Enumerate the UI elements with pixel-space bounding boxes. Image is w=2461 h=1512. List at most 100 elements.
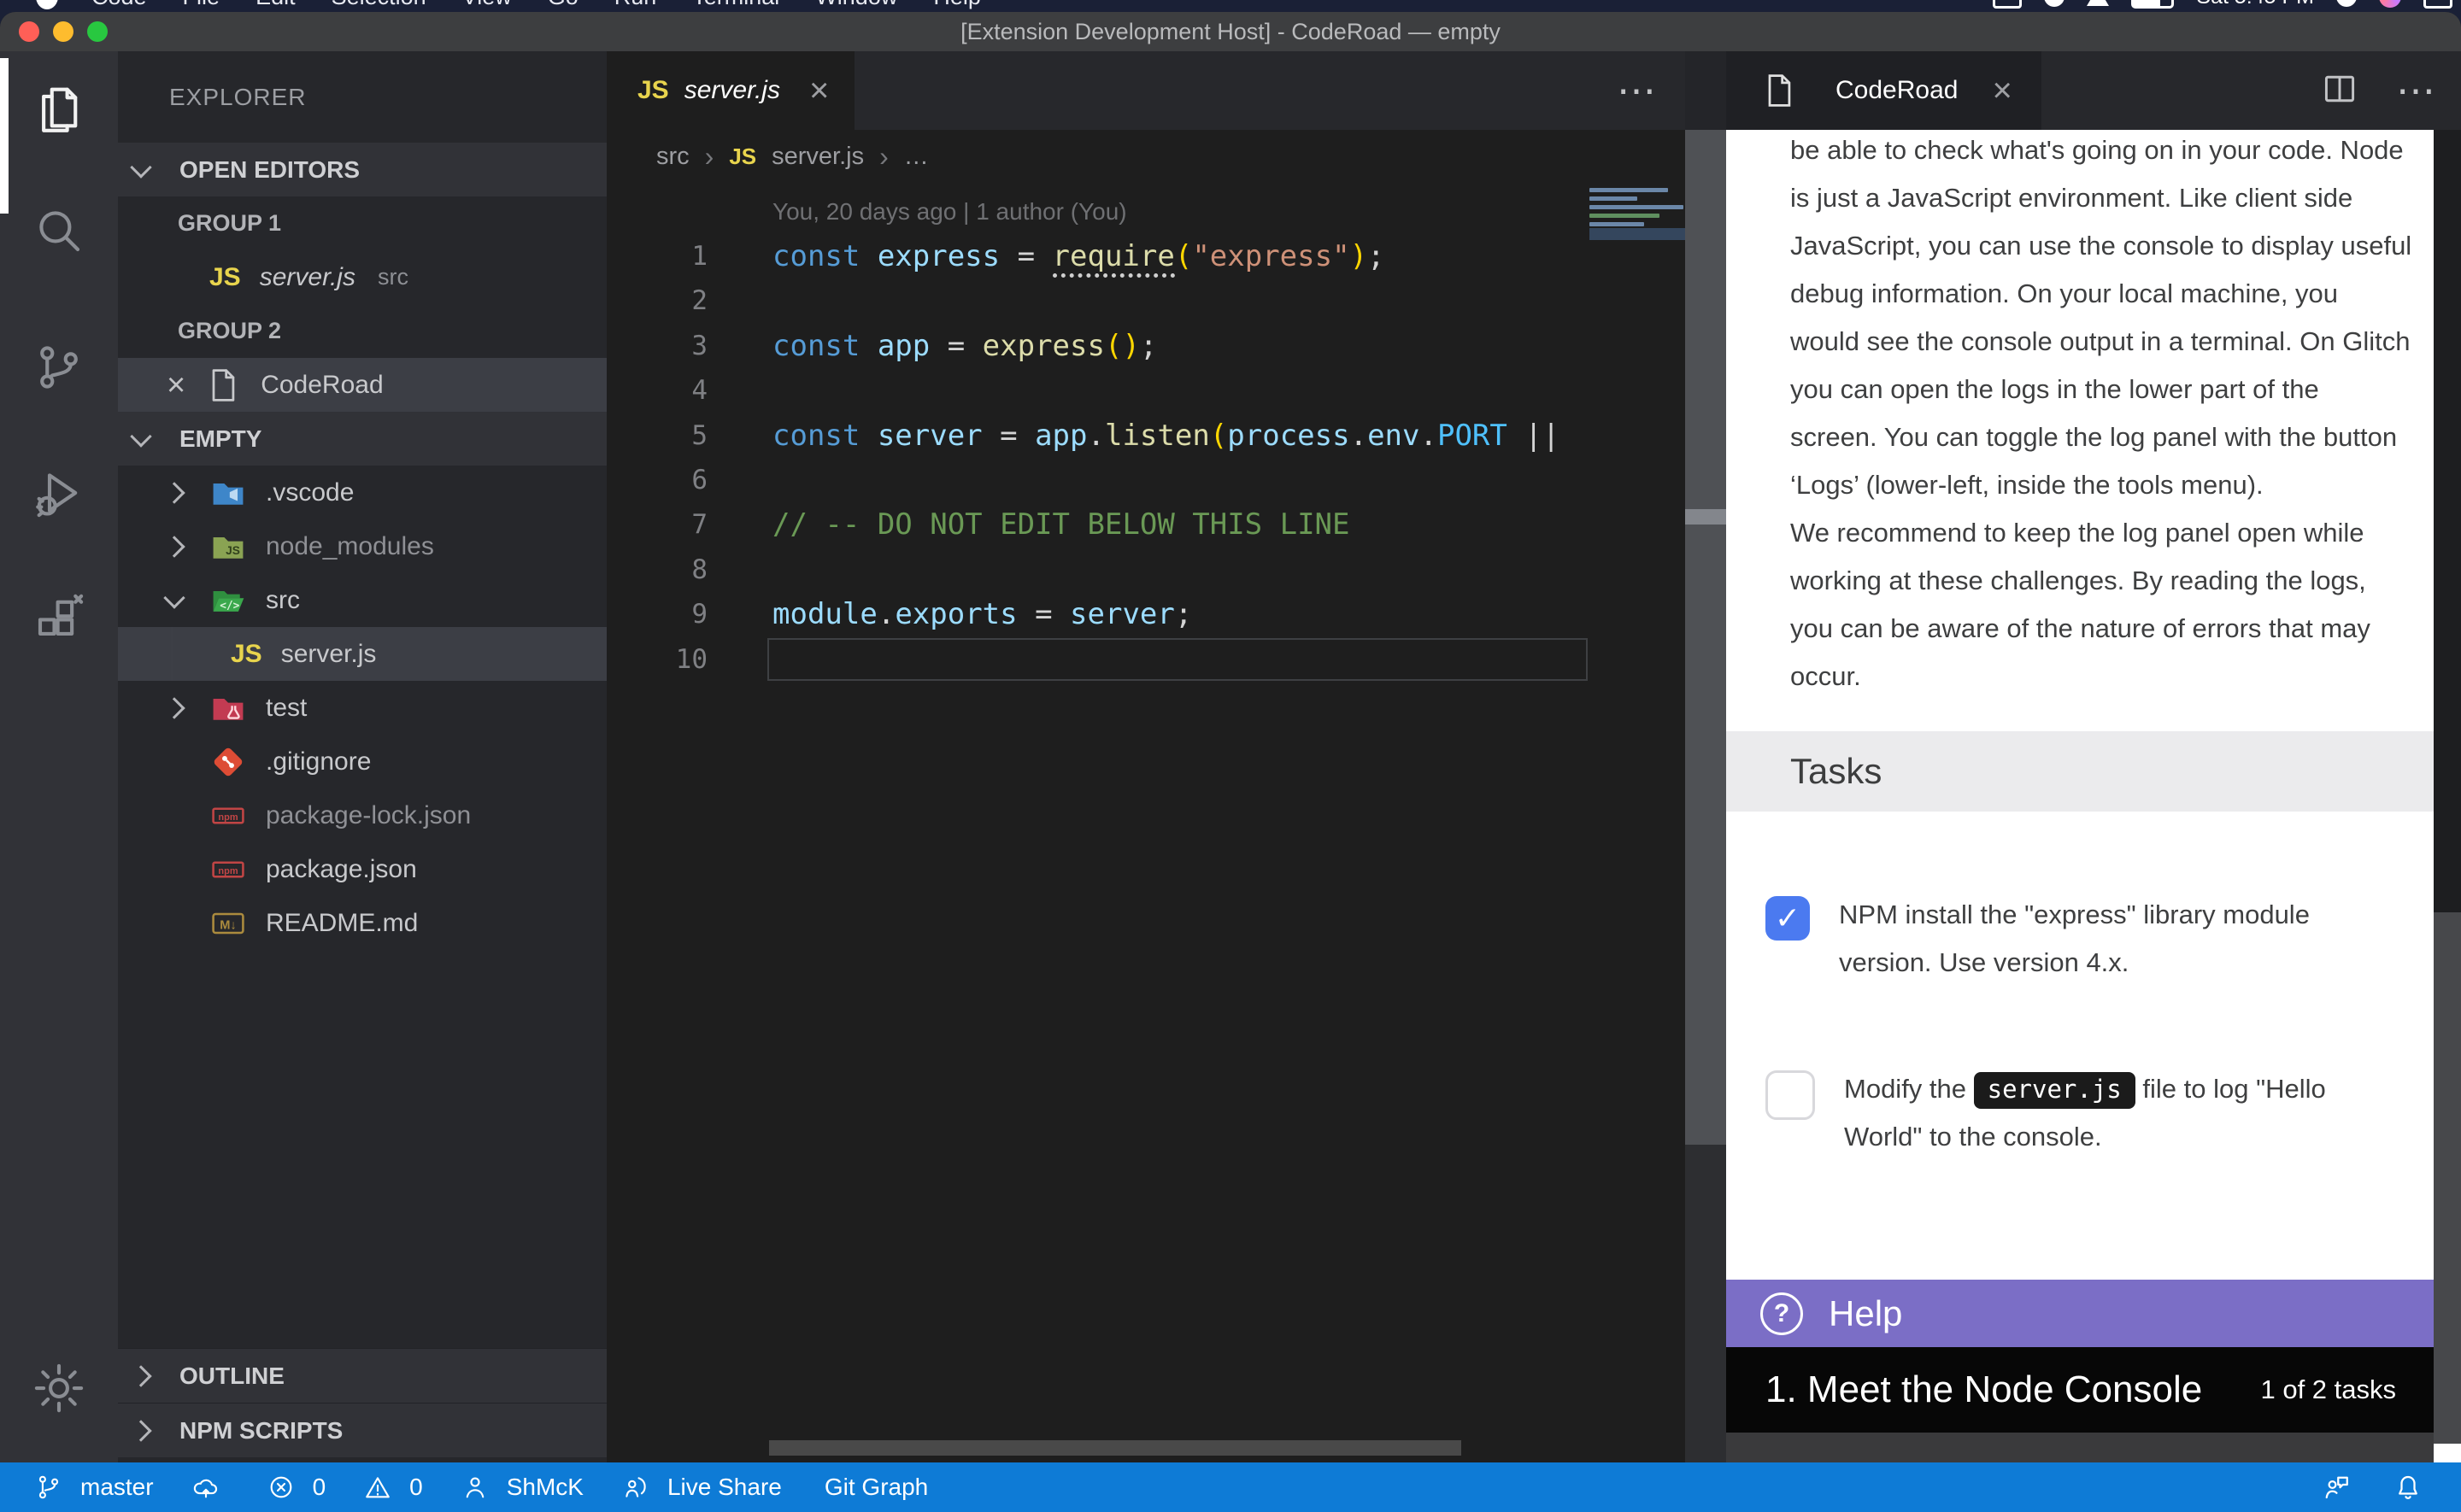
status-0[interactable]: 0 <box>267 1473 326 1502</box>
menu-run[interactable]: Run <box>596 0 675 10</box>
apple-logo-icon[interactable] <box>36 0 58 9</box>
display-icon[interactable] <box>1993 0 2022 9</box>
activity-search[interactable] <box>31 202 87 259</box>
code-line-3[interactable]: 3const app = express(); <box>607 324 1685 368</box>
open-editors-group-label: GROUP 2 <box>118 304 607 358</box>
js-file-icon: JS <box>637 76 669 105</box>
line-number: 4 <box>607 368 708 413</box>
menu-code[interactable]: Code <box>73 0 165 10</box>
siri-icon[interactable] <box>2379 0 2401 8</box>
menu-clock[interactable]: Sat 5:45 PM <box>2196 0 2314 9</box>
section-label: NPM SCRIPTS <box>179 1417 343 1445</box>
menu-view[interactable]: View <box>444 0 530 10</box>
help-bar[interactable]: ? Help <box>1726 1280 2434 1347</box>
tree-item-package-lock-json[interactable]: npmpackage-lock.json <box>118 788 607 842</box>
tree-item--vscode[interactable]: .vscode <box>118 466 607 519</box>
file-name: src <box>266 586 300 615</box>
code-line-1[interactable]: 1const express = require("express"); <box>607 234 1685 278</box>
editor-actions-button[interactable]: ⋯ <box>1617 51 1656 130</box>
line-number: 9 <box>607 592 708 636</box>
tree-item-node-modules[interactable]: JSnode_modules <box>118 519 607 573</box>
more-actions-icon[interactable]: ⋯ <box>2396 67 2435 114</box>
feedback-icon[interactable] <box>2321 1472 2352 1503</box>
activity-run-and-debug[interactable] <box>31 465 87 521</box>
status-live-share[interactable]: Live Share <box>621 1473 782 1502</box>
code-line-7[interactable]: 7// -- DO NOT EDIT BELOW THIS LINE <box>607 502 1685 547</box>
lesson-text: be able to check what's going on in your… <box>1790 126 2414 700</box>
close-icon[interactable]: × <box>167 369 185 401</box>
status-cloud[interactable] <box>191 1473 229 1502</box>
bell-icon[interactable] <box>2393 1472 2423 1503</box>
tree-item-test[interactable]: test <box>118 681 607 735</box>
code-line-8[interactable]: 8 <box>607 548 1685 592</box>
lesson-text-line: ‘Logs’ (lower-left, inside the tools men… <box>1790 461 2414 509</box>
split-editor-icon[interactable] <box>2321 70 2358 112</box>
open-editor-coderoad[interactable]: ×CodeRoad <box>118 358 607 412</box>
scrollbar-thumb[interactable] <box>2434 912 2461 1444</box>
activity-explorer[interactable] <box>31 81 87 138</box>
close-tab-icon[interactable]: × <box>809 73 829 108</box>
close-tab-icon[interactable]: × <box>1992 73 2012 108</box>
spotlight-icon[interactable] <box>2336 0 2357 7</box>
minimap[interactable] <box>1589 188 1685 308</box>
tree-item-server-js[interactable]: JSserver.js <box>118 627 607 681</box>
breadcrumb-item[interactable]: … <box>904 143 929 171</box>
control-center-icon[interactable] <box>2423 0 2452 9</box>
code-line-4[interactable]: 4 <box>607 368 1685 413</box>
status-git-graph[interactable]: Git Graph <box>825 1474 928 1501</box>
section-outline[interactable]: OUTLINE <box>118 1348 607 1403</box>
liveshare-icon <box>621 1473 659 1502</box>
lesson-text-line: occur. <box>1790 653 2414 700</box>
tab-server-js[interactable]: JS server.js × <box>607 51 855 130</box>
menu-window[interactable]: Window <box>797 0 915 10</box>
play-icon[interactable] <box>2087 0 2109 6</box>
menu-edit[interactable]: Edit <box>238 0 314 10</box>
webview-scrollbar[interactable] <box>2434 130 2461 1462</box>
node-icon: JS <box>209 528 247 566</box>
menu-selection[interactable]: Selection <box>314 0 444 10</box>
code-line-5[interactable]: 5const server = app.listen(process.env.P… <box>607 413 1685 458</box>
code-line-10[interactable]: 10 <box>607 637 1685 682</box>
file-detail: src <box>378 264 408 290</box>
menu-help[interactable]: Help <box>915 0 999 10</box>
horizontal-scrollbar[interactable] <box>769 1440 1461 1456</box>
menu-go[interactable]: Go <box>530 0 596 10</box>
breadcrumb[interactable]: src›JSserver.js›… <box>656 130 929 184</box>
tab-coderoad[interactable]: CodeRoad × <box>1726 51 2041 130</box>
activity-extensions[interactable] <box>31 590 87 647</box>
tree-item-package-json[interactable]: npmpackage.json <box>118 842 607 896</box>
section-npm-scripts[interactable]: NPM SCRIPTS <box>118 1403 607 1457</box>
shield-icon[interactable] <box>2044 0 2065 7</box>
chevron-right-icon <box>163 482 185 503</box>
code-line-2[interactable]: 2 <box>607 278 1685 323</box>
line-number: 10 <box>607 637 708 682</box>
screenshot-root: { "menu_bar": { "items": ["Code", "File"… <box>0 0 2461 1512</box>
section-folder-empty[interactable]: EMPTY <box>118 412 607 466</box>
code-area[interactable]: 1const express = require("express");23co… <box>607 234 1685 682</box>
status-shmck[interactable]: ShMcK <box>461 1473 584 1502</box>
checkbox-unchecked[interactable] <box>1765 1070 1815 1120</box>
status-0[interactable]: 0 <box>363 1473 423 1502</box>
activity-source-control[interactable] <box>31 339 87 396</box>
breadcrumb-item[interactable]: server.js <box>772 143 864 171</box>
chevron-right-icon <box>130 1420 151 1441</box>
breadcrumb-item[interactable]: src <box>656 143 690 171</box>
inline-code: server.js <box>1974 1072 2135 1109</box>
section-open-editors[interactable]: OPEN EDITORS <box>118 143 607 196</box>
status-master[interactable]: master <box>34 1473 154 1502</box>
battery-icon[interactable] <box>2131 0 2174 9</box>
checkbox-checked[interactable]: ✓ <box>1765 896 1810 941</box>
tree-item-src[interactable]: </>src <box>118 573 607 627</box>
code-line-6[interactable]: 6 <box>607 458 1685 502</box>
code-line-9[interactable]: 9module.exports = server; <box>607 592 1685 636</box>
editor-sash[interactable] <box>1685 51 1726 1462</box>
lesson-footer[interactable]: 1. Meet the Node Console 1 of 2 tasks <box>1726 1347 2434 1433</box>
open-editor-server-js[interactable]: JSserver.jssrc <box>118 250 607 304</box>
tree-item-readme-md[interactable]: M↓README.md <box>118 896 607 950</box>
gear-icon[interactable] <box>31 1360 87 1416</box>
menu-terminal[interactable]: Terminal <box>674 0 797 10</box>
gitlens-blame-annotation: You, 20 days ago | 1 author (You) <box>772 190 1127 234</box>
menu-file[interactable]: File <box>165 0 238 10</box>
tree-item--gitignore[interactable]: .gitignore <box>118 735 607 788</box>
sash-handle[interactable] <box>1685 509 1726 525</box>
